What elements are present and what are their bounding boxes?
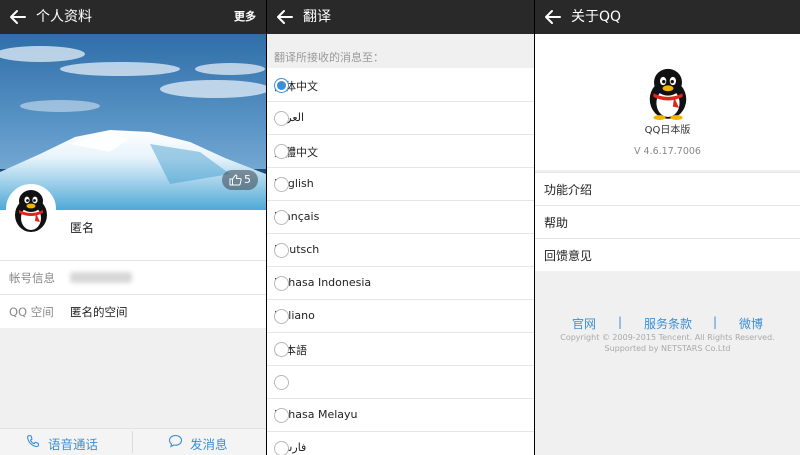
profile-empty-area — [0, 328, 266, 428]
page-title: 翻译 — [303, 9, 331, 25]
language-option[interactable]: 繁體中文 — [267, 135, 534, 168]
terms-link[interactable]: 服务条款 — [644, 315, 692, 332]
menu-item-label: 帮助 — [544, 216, 569, 230]
radio-selected[interactable] — [274, 78, 289, 93]
weibo-link[interactable]: 微博 — [739, 315, 763, 332]
voice-call-label: 语音通话 — [48, 437, 99, 452]
account-number-blurred — [70, 272, 132, 283]
qzone-value: 匿名的空间 — [70, 305, 128, 319]
action-divider — [132, 431, 133, 453]
profile-top-bar: 个人资料 更多 — [0, 0, 266, 34]
radio-unselected[interactable] — [274, 210, 289, 225]
phone-icon — [27, 434, 40, 448]
language-option[interactable]: 简体中文 — [267, 69, 534, 102]
version-text: V 4.6.17.7006 — [634, 146, 701, 157]
send-message-button[interactable]: 发消息 — [168, 429, 258, 455]
language-option[interactable]: English — [267, 168, 534, 201]
menu-item-label: 回馈意见 — [544, 249, 593, 263]
language-option[interactable]: العربية — [267, 102, 534, 135]
avatar[interactable] — [6, 184, 56, 234]
translate-hint-bar: 翻译所接收的消息至： — [267, 34, 534, 68]
menu-item-help[interactable]: 帮助 — [535, 205, 800, 238]
brand-name: QQ日本版 — [644, 125, 691, 136]
menu-item-label: 功能介绍 — [544, 183, 593, 197]
like-badge[interactable]: 5 — [222, 170, 258, 190]
qq-penguin-icon — [15, 190, 47, 232]
chat-bubble-icon — [168, 434, 183, 448]
radio-unselected[interactable] — [274, 441, 289, 455]
profile-action-bar: 语音通话 发消息 — [0, 428, 266, 455]
link-separator: | — [618, 315, 623, 329]
language-option[interactable]: Italiano — [267, 300, 534, 333]
official-site-link[interactable]: 官网 — [572, 315, 596, 332]
radio-unselected[interactable] — [274, 276, 289, 291]
translate-top-bar: 翻译 — [267, 0, 534, 34]
link-separator: | — [713, 315, 718, 329]
radio-unselected[interactable] — [274, 243, 289, 258]
language-option[interactable]: Français — [267, 201, 534, 234]
thumbs-up-icon — [229, 174, 242, 186]
profile-screen: 个人资料 更多 5 匿名 帐号信息 QQ 空间 匿名的空间 语音通话 发消息 — [0, 0, 266, 455]
radio-unselected[interactable] — [274, 111, 289, 126]
translate-screen: 翻译 翻译所接收的消息至： 简体中文 العربية 繁體中文 English Fran… — [267, 0, 534, 455]
copyright-text: Copyright © 2009-2015 Tencent. All Right… — [560, 333, 775, 342]
language-option[interactable]: Bahasa Melayu — [267, 399, 534, 432]
about-screen: 关于QQ QQ日本版 V 4.6.17.7006 功能介绍 帮助 回馈意见 官网… — [535, 0, 800, 455]
language-option[interactable]: Deutsch — [267, 234, 534, 267]
radio-unselected[interactable] — [274, 309, 289, 324]
radio-unselected[interactable] — [274, 408, 289, 423]
menu-item-features[interactable]: 功能介绍 — [535, 172, 800, 205]
supported-by-text: Supported by NETSTARS Co.Ltd — [604, 344, 731, 353]
radio-unselected[interactable] — [274, 177, 289, 192]
language-option[interactable]: 日本語 — [267, 333, 534, 366]
voice-call-button[interactable]: 语音通话 — [26, 429, 126, 455]
account-info-row[interactable]: 帐号信息 — [0, 260, 266, 293]
like-count: 5 — [244, 173, 251, 186]
footer-links: 官网 | 服务条款 | 微博 — [535, 315, 800, 331]
qzone-row[interactable]: QQ 空间 匿名的空间 — [0, 294, 266, 327]
send-message-label: 发消息 — [190, 437, 228, 452]
qzone-label: QQ 空间 — [9, 305, 54, 319]
menu-item-feedback[interactable]: 回馈意见 — [535, 238, 800, 271]
language-option[interactable]: Bahasa Indonesia — [267, 267, 534, 300]
language-option[interactable]: فارسی — [267, 432, 534, 455]
account-info-label: 帐号信息 — [9, 271, 55, 285]
logo-section: QQ日本版 V 4.6.17.7006 — [535, 34, 800, 170]
radio-unselected[interactable] — [274, 375, 289, 390]
more-button[interactable]: 更多 — [234, 0, 256, 34]
radio-unselected[interactable] — [274, 144, 289, 159]
page-title: 个人资料 — [36, 9, 92, 25]
page-title: 关于QQ — [571, 9, 622, 25]
back-arrow-icon[interactable] — [275, 7, 295, 27]
back-arrow-icon[interactable] — [8, 7, 28, 27]
back-arrow-icon[interactable] — [543, 7, 563, 27]
radio-unselected[interactable] — [274, 342, 289, 357]
profile-name: 匿名 — [70, 221, 95, 235]
translate-hint: 翻译所接收的消息至： — [274, 51, 384, 64]
qq-penguin-icon — [649, 68, 687, 120]
language-option[interactable] — [267, 366, 534, 399]
about-top-bar: 关于QQ — [535, 0, 800, 34]
